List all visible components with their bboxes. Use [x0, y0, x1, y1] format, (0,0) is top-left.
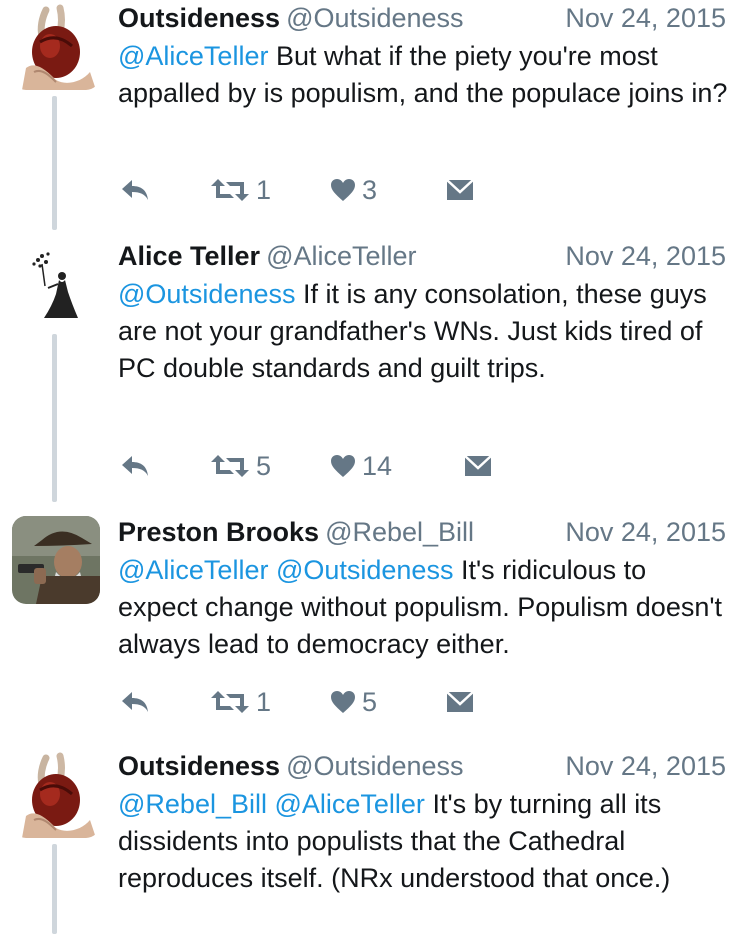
display-name[interactable]: Outsideness: [118, 751, 280, 781]
retweet-icon: [211, 179, 249, 201]
user-handle[interactable]: @AliceTeller: [266, 241, 416, 271]
mention-link[interactable]: @AliceTeller: [118, 41, 268, 71]
heart-icon: [331, 179, 355, 201]
tweet-header: Preston Brooks @Rebel_Bill Nov 24, 2015: [118, 514, 726, 550]
mention-link[interactable]: @Rebel_Bill @AliceTeller: [118, 789, 425, 819]
heart-in-hand-icon: [12, 750, 100, 838]
tweet-header: Outsideness @Outsideness Nov 24, 2015: [118, 748, 726, 784]
retweet-count: 1: [256, 174, 272, 205]
avatar[interactable]: [12, 240, 100, 328]
retweet-button[interactable]: 1: [210, 172, 271, 208]
cowboy-icon: [12, 516, 100, 604]
tweet-header: Alice Teller @AliceTeller Nov 24, 2015: [118, 238, 726, 274]
direct-message-button[interactable]: [464, 448, 492, 484]
tweet-text: @AliceTeller But what if the piety you'r…: [118, 38, 728, 112]
tweet-date[interactable]: Nov 24, 2015: [565, 514, 726, 550]
reply-icon: [122, 180, 148, 200]
heart-icon: [331, 691, 355, 713]
like-button[interactable]: 3: [330, 172, 377, 208]
user-handle[interactable]: @Outsideness: [286, 3, 464, 33]
tweet-date[interactable]: Nov 24, 2015: [565, 238, 726, 274]
display-name[interactable]: Outsideness: [118, 3, 280, 33]
retweet-button[interactable]: 5: [210, 448, 271, 484]
tweet-text: @Rebel_Bill @AliceTeller It's by turning…: [118, 786, 728, 897]
heart-in-hand-icon: [12, 2, 100, 90]
reply-button[interactable]: [120, 172, 150, 208]
like-button[interactable]: 5: [330, 684, 377, 720]
tweet-header: Outsideness @Outsideness Nov 24, 2015: [118, 0, 726, 36]
retweet-icon: [211, 691, 249, 713]
direct-message-button[interactable]: [446, 684, 474, 720]
like-count: 5: [362, 686, 378, 717]
thread-line: [52, 844, 57, 934]
retweet-button[interactable]: 1: [210, 684, 271, 720]
heart-icon: [331, 455, 355, 477]
reply-button[interactable]: [120, 448, 150, 484]
thread-line: [52, 96, 57, 230]
tweet-actions: 1 5: [118, 684, 518, 720]
retweet-count: 1: [256, 686, 272, 717]
avatar[interactable]: [12, 516, 100, 604]
avatar[interactable]: [12, 750, 100, 838]
envelope-icon: [464, 455, 492, 476]
tweet-date[interactable]: Nov 24, 2015: [565, 0, 726, 36]
retweet-icon: [211, 455, 249, 477]
direct-message-button[interactable]: [446, 172, 474, 208]
display-name[interactable]: Preston Brooks: [118, 517, 319, 547]
tweet-actions: 1 3: [118, 172, 518, 208]
user-handle[interactable]: @Outsideness: [286, 751, 464, 781]
tweet-text: @AliceTeller @Outsideness It's ridiculou…: [118, 552, 728, 663]
reply-icon: [122, 456, 148, 476]
tweet-actions: 5 14: [118, 448, 518, 484]
retweet-count: 5: [256, 450, 272, 481]
user-handle[interactable]: @Rebel_Bill: [325, 517, 474, 547]
thread-line: [52, 334, 57, 502]
like-button[interactable]: 14: [330, 448, 392, 484]
envelope-icon: [446, 691, 474, 712]
mention-link[interactable]: @Outsideness: [118, 279, 296, 309]
reply-icon: [122, 692, 148, 712]
avatar[interactable]: [12, 2, 100, 90]
display-name[interactable]: Alice Teller: [118, 241, 260, 271]
reply-button[interactable]: [120, 684, 150, 720]
like-count: 14: [362, 450, 393, 481]
envelope-icon: [446, 179, 474, 200]
tweet-date[interactable]: Nov 24, 2015: [565, 748, 726, 784]
tweet-text: @Outsideness If it is any consolation, t…: [118, 276, 728, 387]
silhouette-icon: [12, 240, 100, 328]
mention-link[interactable]: @AliceTeller @Outsideness: [118, 555, 453, 585]
like-count: 3: [362, 174, 378, 205]
